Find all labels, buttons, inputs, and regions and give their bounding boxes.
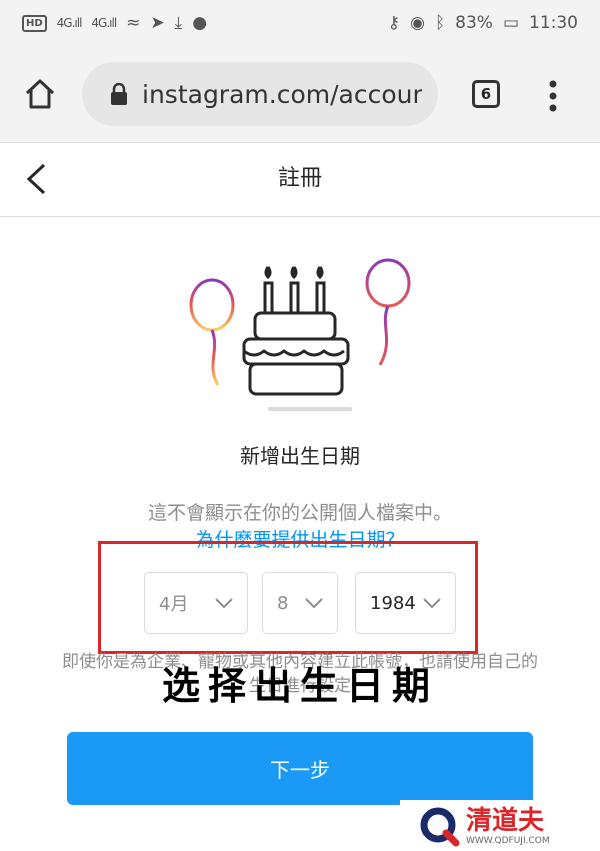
location-icon: ➤ xyxy=(150,13,165,33)
section-heading: 新增出生日期 xyxy=(240,444,360,468)
home-icon[interactable] xyxy=(24,78,56,110)
more-menu-icon[interactable] xyxy=(548,80,558,112)
watermark: 清道夫 WWW.QDFUJI.COM xyxy=(400,800,600,851)
url-text: instagram.com/accoun xyxy=(142,79,422,109)
watermark-logo-icon xyxy=(420,807,460,846)
hd-icon: HD xyxy=(22,14,47,32)
message-icon: ● xyxy=(192,13,208,33)
signal-icon: 4G.ıll xyxy=(56,16,83,30)
clock: 11:30 xyxy=(529,13,578,33)
bluetooth-icon: ᛒ xyxy=(434,13,446,33)
signal-icon-2: 4G.ıll xyxy=(91,16,117,30)
next-button[interactable]: 下一步 xyxy=(67,732,533,805)
key-icon: ⚷ xyxy=(387,13,401,33)
eye-icon: ◉ xyxy=(410,13,425,33)
watermark-name: 清道夫 xyxy=(466,805,545,836)
tab-switcher-button[interactable]: 6 xyxy=(472,80,500,108)
address-bar[interactable]: instagram.com/accoun xyxy=(82,62,438,126)
watermark-site: WWW.QDFUJI.COM xyxy=(466,835,550,846)
privacy-description: 這不會顯示在你的公開個人檔案中。 xyxy=(147,502,452,524)
highlight-box xyxy=(98,541,478,654)
battery-level: 83% xyxy=(455,13,493,33)
page-title: 註冊 xyxy=(277,166,322,191)
battery-icon: ▭ xyxy=(502,13,519,33)
download-icon: ⤓ xyxy=(174,13,183,33)
overlay-caption: 选择出生日期 xyxy=(161,664,438,708)
birthday-cake-illustration xyxy=(189,258,411,411)
lock-icon xyxy=(111,83,127,105)
wifi-icon: ≈ xyxy=(126,13,141,33)
status-bar: HD 4G.ıll 4G.ıll ≈ ➤ ⤓ ● ⚷ ◉ ᛒ 83% ▭ 11:… xyxy=(0,0,600,46)
